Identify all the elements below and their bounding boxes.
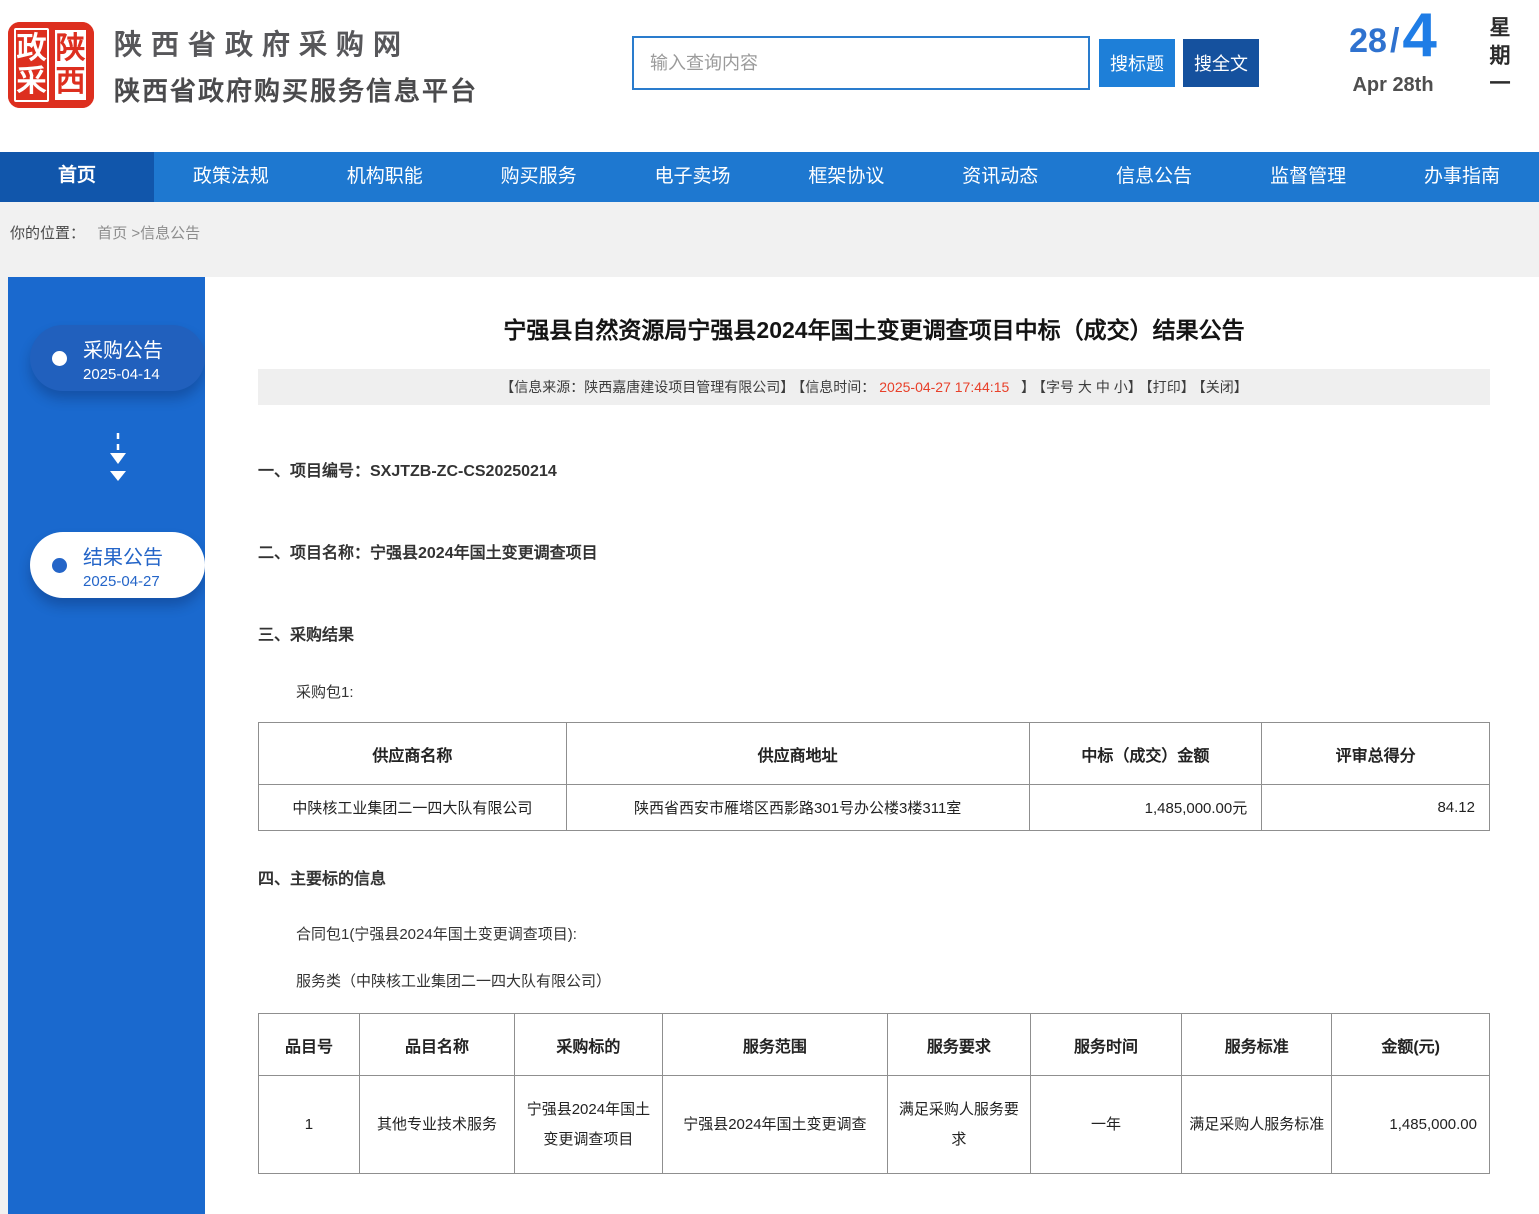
table-cell: 宁强县2024年国土变更调查 bbox=[662, 1076, 887, 1174]
nav-item-4[interactable]: 购买服务 bbox=[462, 152, 616, 202]
main-area: 采购公告 2025-04-14 结果公告 2025-04-27 宁强县自然资源局宁强县… bbox=[0, 277, 1539, 1214]
sidebar: 采购公告 2025-04-14 结果公告 2025-04-27 bbox=[8, 277, 205, 1214]
table-cell: 84.12 bbox=[1262, 785, 1490, 831]
seal-left-text: 政采 bbox=[14, 28, 49, 102]
table-header-row: 供应商名称供应商地址中标（成交）金额评审总得分 bbox=[259, 723, 1490, 785]
table-cell: 满足采购人服务要求 bbox=[888, 1076, 1031, 1174]
date-widget: 28 / 4 Apr 28th bbox=[1333, 8, 1453, 97]
section-subject-info: 四、主要标的信息 bbox=[258, 865, 1490, 889]
service-category-label: 服务类（中陕核工业集团二一四大队有限公司） bbox=[296, 970, 1490, 991]
nav-item-6[interactable]: 框架协议 bbox=[769, 152, 923, 202]
seal-logo-icon: 政采 陕西 bbox=[8, 22, 94, 108]
search-title-button[interactable]: 搜标题 bbox=[1099, 39, 1175, 87]
breadcrumb-home-link[interactable]: 首页 bbox=[97, 225, 127, 242]
result-table: 供应商名称供应商地址中标（成交）金额评审总得分中陕核工业集团二一四大队有限公司陕… bbox=[258, 722, 1490, 831]
sidebar-item-2[interactable]: 结果公告 2025-04-27 bbox=[30, 532, 205, 598]
date-month: 4 bbox=[1402, 8, 1436, 64]
bullet-dot-icon bbox=[52, 351, 67, 366]
date-day: 28 bbox=[1349, 24, 1387, 64]
nav-item-8[interactable]: 信息公告 bbox=[1077, 152, 1231, 202]
nav-item-9[interactable]: 监督管理 bbox=[1231, 152, 1385, 202]
table-cell: 中陕核工业集团二一四大队有限公司 bbox=[259, 785, 567, 831]
table-cell: 一年 bbox=[1030, 1076, 1181, 1174]
nav-item-7[interactable]: 资讯动态 bbox=[923, 152, 1077, 202]
table-row: 中陕核工业集团二一四大队有限公司陕西省西安市雁塔区西影路301号办公楼3楼311… bbox=[259, 785, 1490, 831]
table-header-cell: 服务范围 bbox=[662, 1014, 887, 1076]
table-cell: 1,485,000.00元 bbox=[1029, 785, 1262, 831]
site-logo[interactable]: 政采 陕西 陕西省政府采购网 陕西省政府购买服务信息平台 bbox=[8, 22, 478, 108]
contract-package-label: 合同包1(宁强县2024年国土变更调查项目): bbox=[296, 923, 1490, 944]
table-header-cell: 服务时间 bbox=[1030, 1014, 1181, 1076]
breadcrumb-prefix: 你的位置： bbox=[10, 225, 85, 242]
article-content: 宁强县自然资源局宁强县2024年国土变更调查项目中标（成交）结果公告 【信息来源… bbox=[205, 277, 1539, 1214]
table-cell: 其他专业技术服务 bbox=[359, 1076, 514, 1174]
nav-item-10[interactable]: 办事指南 bbox=[1385, 152, 1539, 202]
date-separator: / bbox=[1390, 24, 1399, 64]
sidebar-item-date: 2025-04-27 bbox=[83, 573, 163, 590]
table-header-cell: 采购标的 bbox=[515, 1014, 663, 1076]
section-project-name: 二、项目名称：宁强县2024年国土变更调查项目 bbox=[258, 539, 1490, 563]
sidebar-item-1[interactable]: 采购公告 2025-04-14 bbox=[30, 325, 205, 391]
meta-print-button[interactable]: 【打印】 bbox=[1146, 379, 1195, 395]
main-nav: 首页政策法规机构职能购买服务电子卖场框架协议资讯动态信息公告监督管理办事指南 bbox=[0, 152, 1539, 202]
section-procurement-result: 三、采购结果 bbox=[258, 621, 1490, 645]
subject-table: 品目号品目名称采购标的服务范围服务要求服务时间服务标准金额(元)1其他专业技术服… bbox=[258, 1013, 1490, 1174]
breadcrumb: 你的位置： 首页 >信息公告 bbox=[0, 202, 1539, 277]
nav-item-1[interactable]: 首页 bbox=[0, 148, 154, 202]
table-header-cell: 供应商名称 bbox=[259, 723, 567, 785]
timeline-down-arrow-icon bbox=[30, 431, 205, 492]
package-label: 采购包1: bbox=[296, 681, 1490, 702]
table-header-cell: 评审总得分 bbox=[1262, 723, 1490, 785]
table-cell: 宁强县2024年国土变更调查项目 bbox=[515, 1076, 663, 1174]
meta-close-button[interactable]: 【关闭】 bbox=[1199, 379, 1248, 395]
site-title: 陕西省政府采购网 bbox=[114, 23, 478, 63]
table-header-row: 品目号品目名称采购标的服务范围服务要求服务时间服务标准金额(元) bbox=[259, 1014, 1490, 1076]
nav-item-5[interactable]: 电子卖场 bbox=[616, 152, 770, 202]
meta-time-close: 】 bbox=[1013, 379, 1035, 395]
sidebar-item-date: 2025-04-14 bbox=[83, 366, 163, 383]
table-header-cell: 品目号 bbox=[259, 1014, 360, 1076]
table-header-cell: 金额(元) bbox=[1332, 1014, 1490, 1076]
meta-fontsize-control[interactable]: 【字号 大 中 小】 bbox=[1039, 379, 1142, 395]
bullet-dot-icon bbox=[52, 558, 67, 573]
table-header-cell: 品目名称 bbox=[359, 1014, 514, 1076]
table-header-cell: 中标（成交）金额 bbox=[1029, 723, 1262, 785]
nav-item-2[interactable]: 政策法规 bbox=[154, 152, 308, 202]
meta-source: 【信息来源：陕西嘉唐建设项目管理有限公司】 bbox=[500, 379, 794, 395]
sidebar-item-label: 采购公告 bbox=[83, 334, 163, 363]
search-bar: 搜标题 搜全文 bbox=[632, 36, 1259, 90]
search-input[interactable] bbox=[632, 36, 1090, 90]
breadcrumb-current: >信息公告 bbox=[131, 225, 200, 242]
meta-time-open: 【信息时间： bbox=[798, 379, 875, 395]
table-header-cell: 服务要求 bbox=[888, 1014, 1031, 1076]
table-header-cell: 供应商地址 bbox=[566, 723, 1029, 785]
weekday-label: 星期一 bbox=[1483, 16, 1513, 100]
section-project-number: 一、项目编号：SXJTZB-ZC-CS20250214 bbox=[258, 457, 1490, 481]
site-subtitle: 陕西省政府购买服务信息平台 bbox=[114, 71, 478, 108]
table-cell: 1,485,000.00 bbox=[1332, 1076, 1490, 1174]
sidebar-item-label: 结果公告 bbox=[83, 541, 163, 570]
page-header: 政采 陕西 陕西省政府采购网 陕西省政府购买服务信息平台 搜标题 搜全文 28 … bbox=[0, 0, 1539, 152]
table-cell: 满足采购人服务标准 bbox=[1182, 1076, 1332, 1174]
meta-time-value: 2025-04-27 17:44:15 bbox=[879, 379, 1009, 395]
table-cell: 1 bbox=[259, 1076, 360, 1174]
table-header-cell: 服务标准 bbox=[1182, 1014, 1332, 1076]
article-meta-bar: 【信息来源：陕西嘉唐建设项目管理有限公司】【信息时间：2025-04-27 17… bbox=[258, 369, 1490, 405]
table-cell: 陕西省西安市雁塔区西影路301号办公楼3楼311室 bbox=[566, 785, 1029, 831]
search-fulltext-button[interactable]: 搜全文 bbox=[1183, 39, 1259, 87]
seal-right-text: 陕西 bbox=[53, 28, 88, 102]
article-title: 宁强县自然资源局宁强县2024年国土变更调查项目中标（成交）结果公告 bbox=[258, 311, 1490, 345]
nav-item-3[interactable]: 机构职能 bbox=[308, 152, 462, 202]
table-row: 1其他专业技术服务宁强县2024年国土变更调查项目宁强县2024年国土变更调查满… bbox=[259, 1076, 1490, 1174]
date-english: Apr 28th bbox=[1333, 74, 1453, 97]
